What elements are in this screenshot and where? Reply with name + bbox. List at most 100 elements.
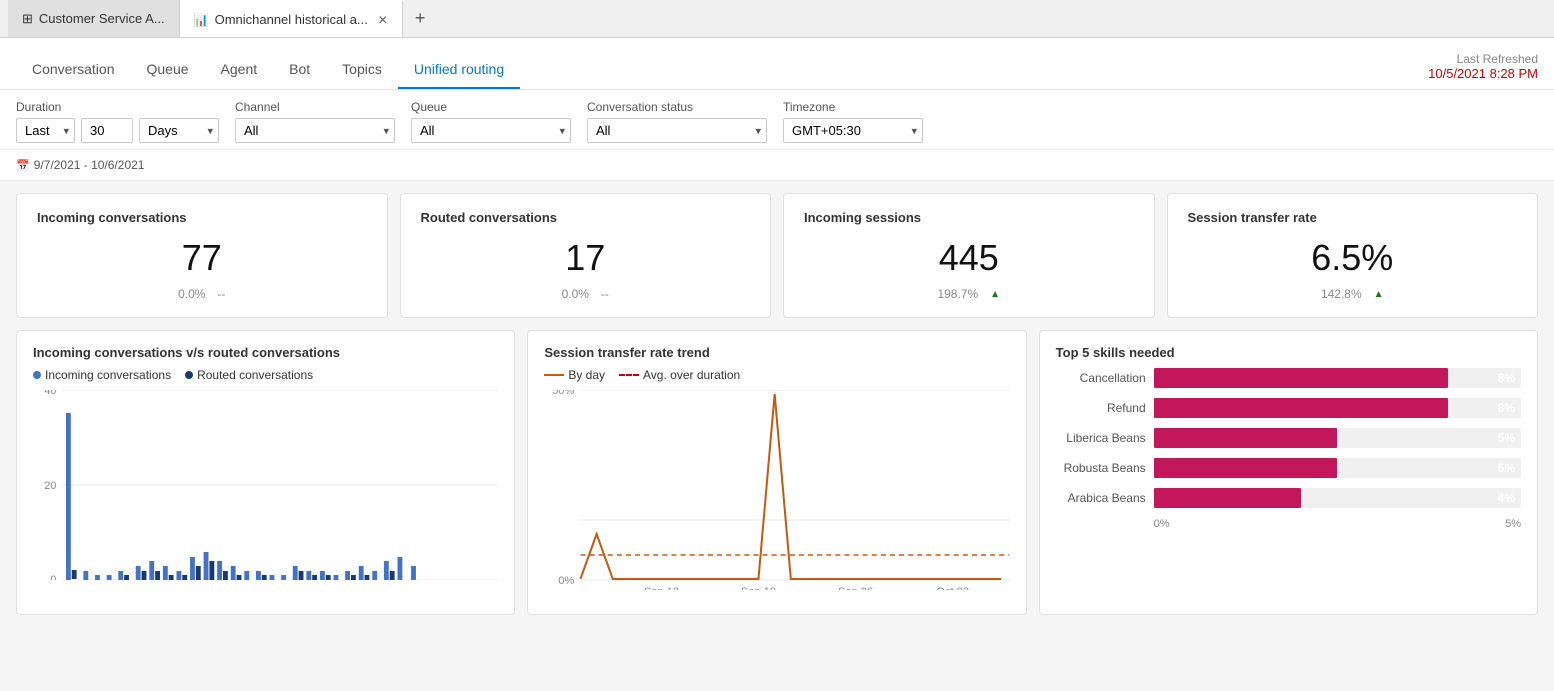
kpi-session-transfer-rate: Session transfer rate 6.5% 142.8% ▲ bbox=[1167, 193, 1539, 318]
skill-label-liberica: Liberica Beans bbox=[1056, 431, 1146, 445]
skill-bar-bg-robusta: 5% bbox=[1154, 458, 1521, 478]
kpi-incoming-sessions-footer: 198.7% ▲ bbox=[804, 287, 1134, 301]
close-icon[interactable]: ✕ bbox=[378, 13, 388, 27]
tab-customer-service-label: Customer Service A... bbox=[39, 11, 165, 26]
svg-text:50%: 50% bbox=[552, 390, 574, 397]
kpi-routed-conv-value: 17 bbox=[421, 237, 751, 279]
skill-pct-cancellation: 8% bbox=[1498, 371, 1515, 385]
skill-pct-liberica: 5% bbox=[1498, 431, 1515, 445]
skill-row-liberica: Liberica Beans 5% bbox=[1056, 428, 1521, 448]
kpi-incoming-sessions-arrow: ▲ bbox=[990, 289, 1000, 300]
conv-status-select[interactable]: All bbox=[587, 118, 767, 143]
svg-text:Oct 03: Oct 03 bbox=[937, 586, 970, 590]
legend-routed: Routed conversations bbox=[185, 368, 313, 382]
skill-row-arabica: Arabica Beans 4% bbox=[1056, 488, 1521, 508]
timezone-filter: Timezone GMT+05:30 bbox=[783, 100, 923, 143]
date-range-bar: 📅 9/7/2021 - 10/6/2021 bbox=[0, 150, 1554, 181]
conv-status-filter: Conversation status All bbox=[587, 100, 767, 143]
skill-row-refund: Refund 8% bbox=[1056, 398, 1521, 418]
duration-value-input[interactable] bbox=[81, 118, 133, 143]
svg-text:Sep 19: Sep 19 bbox=[741, 586, 776, 590]
chart-incoming-vs-routed: Incoming conversations v/s routed conver… bbox=[16, 330, 515, 615]
filters-bar: Duration Last Days Channel All Queue bbox=[0, 90, 1554, 150]
chart-session-transfer-legend: By day Avg. over duration bbox=[544, 368, 1009, 382]
tab-topics[interactable]: Topics bbox=[326, 51, 398, 89]
kpi-incoming-conv-pct: 0.0% bbox=[178, 287, 205, 301]
chart-incoming-vs-routed-legend: Incoming conversations Routed conversati… bbox=[33, 368, 498, 382]
tab-queue[interactable]: Queue bbox=[131, 51, 205, 89]
kpi-session-transfer-value: 6.5% bbox=[1188, 237, 1518, 279]
chart-session-transfer-trend: Session transfer rate trend By day Avg. … bbox=[527, 330, 1026, 615]
skill-bar-fill-refund: 8% bbox=[1154, 398, 1448, 418]
duration-label: Duration bbox=[16, 100, 219, 114]
skill-pct-refund: 8% bbox=[1498, 401, 1515, 415]
tab-customer-service[interactable]: ⊞ Customer Service A... bbox=[8, 0, 180, 37]
conv-status-label: Conversation status bbox=[587, 100, 767, 114]
last-refreshed-value: 10/5/2021 8:28 PM bbox=[1428, 66, 1538, 81]
tab-conversation[interactable]: Conversation bbox=[16, 51, 131, 89]
skill-label-arabica: Arabica Beans bbox=[1056, 491, 1146, 505]
legend-by-day: By day bbox=[544, 368, 605, 382]
kpi-session-transfer-pct: 142.8% bbox=[1321, 287, 1362, 301]
tab-unified-routing[interactable]: Unified routing bbox=[398, 51, 520, 89]
legend-incoming-dot bbox=[33, 371, 41, 379]
skill-bar-bg-cancellation: 8% bbox=[1154, 368, 1521, 388]
tab-bot[interactable]: Bot bbox=[273, 51, 326, 89]
calendar-icon: 📅 bbox=[16, 159, 30, 172]
queue-select[interactable]: All bbox=[411, 118, 571, 143]
legend-avg-line bbox=[619, 374, 639, 376]
kpi-routed-conv-dash: -- bbox=[601, 287, 609, 301]
duration-preset-select[interactable]: Last bbox=[16, 118, 75, 143]
channel-select[interactable]: All bbox=[235, 118, 395, 143]
kpi-incoming-sessions: Incoming sessions 445 198.7% ▲ bbox=[783, 193, 1155, 318]
last-refreshed-label: Last Refreshed bbox=[1428, 52, 1538, 66]
skill-bar-bg-refund: 8% bbox=[1154, 398, 1521, 418]
legend-avg-duration: Avg. over duration bbox=[619, 368, 740, 382]
tab-add-button[interactable]: + bbox=[403, 0, 438, 37]
svg-text:Sep 12: Sep 12 bbox=[644, 586, 679, 590]
chart-top5-skills: Top 5 skills needed Cancellation 8% Refu… bbox=[1039, 330, 1538, 615]
main-content: Incoming conversations 77 0.0% -- Routed… bbox=[0, 181, 1554, 627]
queue-filter: Queue All bbox=[411, 100, 571, 143]
kpi-incoming-conv-footer: 0.0% -- bbox=[37, 287, 367, 301]
skill-bar-fill-robusta: 5% bbox=[1154, 458, 1338, 478]
bar-chart-svg: 40 20 0 bbox=[33, 390, 498, 580]
charts-row: Incoming conversations v/s routed conver… bbox=[16, 330, 1538, 615]
skill-pct-robusta: 5% bbox=[1498, 461, 1515, 475]
svg-text:40: 40 bbox=[44, 390, 56, 397]
tab-omnichannel[interactable]: 📊 Omnichannel historical a... ✕ bbox=[180, 0, 403, 37]
chart-incoming-vs-routed-title: Incoming conversations v/s routed conver… bbox=[33, 345, 498, 360]
kpi-incoming-sessions-value: 445 bbox=[804, 237, 1134, 279]
bar-chart-container: 40 20 0 bbox=[33, 390, 498, 600]
svg-text:20: 20 bbox=[44, 480, 56, 492]
skills-x-axis: 0% 5% bbox=[1056, 518, 1521, 530]
legend-incoming-label: Incoming conversations bbox=[45, 368, 171, 382]
channel-filter: Channel All bbox=[235, 100, 395, 143]
duration-unit-select[interactable]: Days bbox=[139, 118, 219, 143]
tab-agent[interactable]: Agent bbox=[205, 51, 274, 89]
kpi-incoming-sessions-pct: 198.7% bbox=[937, 287, 978, 301]
chart-session-transfer-title: Session transfer rate trend bbox=[544, 345, 1009, 360]
channel-label: Channel bbox=[235, 100, 395, 114]
timezone-select[interactable]: GMT+05:30 bbox=[783, 118, 923, 143]
last-refreshed-info: Last Refreshed 10/5/2021 8:28 PM bbox=[1428, 52, 1538, 89]
skill-label-robusta: Robusta Beans bbox=[1056, 461, 1146, 475]
legend-routed-dot bbox=[185, 371, 193, 379]
skills-x-label-0: 0% bbox=[1154, 518, 1170, 530]
date-range-display: 📅 9/7/2021 - 10/6/2021 bbox=[16, 158, 1538, 172]
skill-bar-fill-liberica: 5% bbox=[1154, 428, 1338, 448]
kpi-incoming-conv-dash: -- bbox=[217, 287, 225, 301]
skill-bar-fill-cancellation: 8% bbox=[1154, 368, 1448, 388]
legend-incoming: Incoming conversations bbox=[33, 368, 171, 382]
kpi-incoming-conv-title: Incoming conversations bbox=[37, 210, 367, 225]
grid-icon: ⊞ bbox=[22, 11, 33, 27]
line-chart-container: 50% 0% Sep 12 Sep 19 Sep 26 Oct 03 bbox=[544, 390, 1009, 600]
tab-omnichannel-label: Omnichannel historical a... bbox=[215, 12, 368, 27]
skill-label-refund: Refund bbox=[1056, 401, 1146, 415]
skill-row-robusta: Robusta Beans 5% bbox=[1056, 458, 1521, 478]
skills-chart-area: Cancellation 8% Refund 8% bbox=[1056, 368, 1521, 530]
kpi-routed-conversations: Routed conversations 17 0.0% -- bbox=[400, 193, 772, 318]
skill-bar-fill-arabica: 4% bbox=[1154, 488, 1301, 508]
skill-label-cancellation: Cancellation bbox=[1056, 371, 1146, 385]
chart-icon: 📊 bbox=[194, 13, 209, 27]
